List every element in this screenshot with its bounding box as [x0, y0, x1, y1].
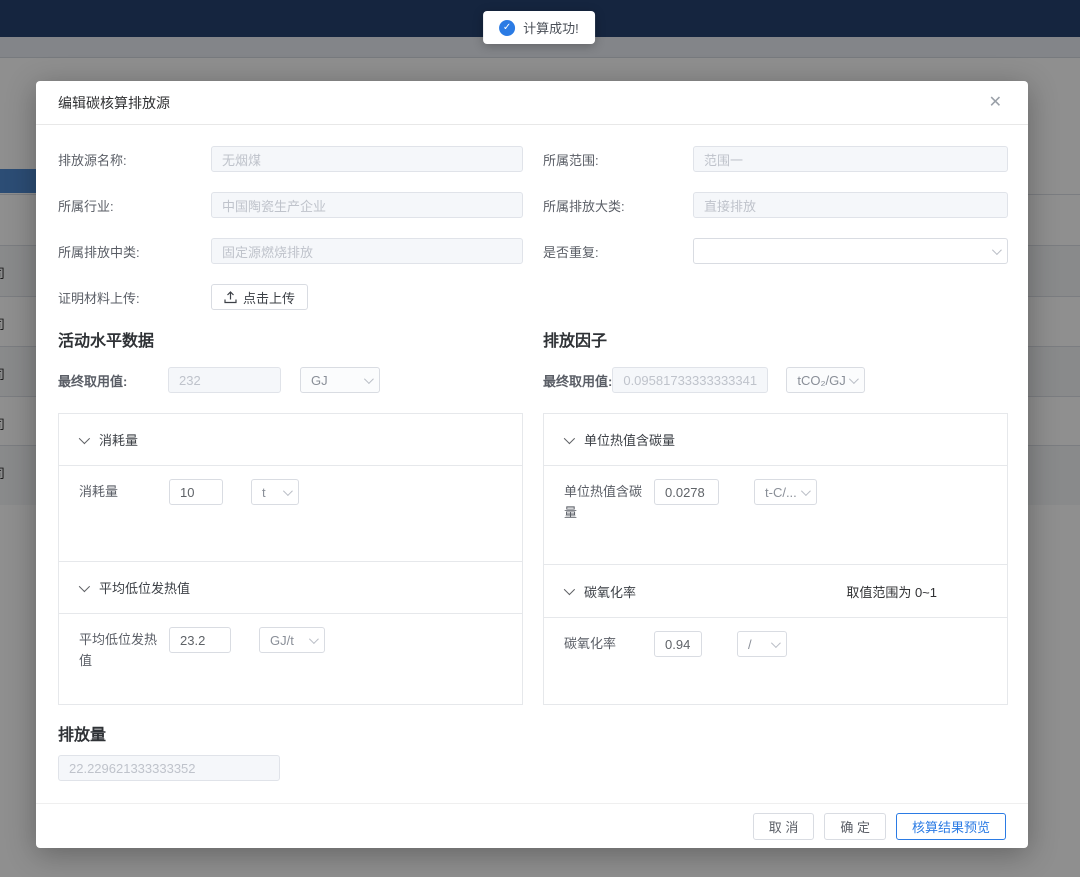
- heat-value-unit-select[interactable]: GJ/t: [259, 627, 325, 653]
- industry-input: 中国陶瓷生产企业: [211, 192, 523, 218]
- dialog-body: 排放源名称: 无烟煤 所属范围: 范围一 所属行业: 中国陶瓷生产企业 所属排放…: [36, 125, 1028, 803]
- carbon-content-unit-select[interactable]: t-C/...: [754, 479, 817, 505]
- consumption-panel-body: 消耗量 10 t: [59, 466, 522, 562]
- middle-category-row: 所属排放中类: 固定源燃烧排放: [58, 238, 523, 264]
- upload-icon: [224, 291, 237, 304]
- activity-final-row: 最终取用值: 232 GJ: [58, 367, 523, 393]
- middle-category-input: 固定源燃烧排放: [211, 238, 523, 264]
- factor-unit-value: tCO₂/GJ: [797, 373, 845, 388]
- oxidation-rate-label: 碳氧化率: [564, 631, 654, 655]
- major-category-row: 所属排放大类: 直接排放: [543, 192, 1008, 218]
- oxidation-rate-panel-body: 碳氧化率 0.94 /: [544, 618, 1007, 703]
- heat-value-unit-value: GJ/t: [270, 633, 294, 648]
- major-category-input: 直接排放: [693, 192, 1008, 218]
- dialog-header: 编辑碳核算排放源 ✕: [36, 81, 1028, 125]
- activity-final-input: 232: [168, 367, 281, 393]
- carbon-content-collapse-header[interactable]: 单位热值含碳量: [544, 414, 1007, 466]
- carbon-content-input[interactable]: 0.0278: [654, 479, 719, 505]
- data-sections: 活动水平数据 最终取用值: 232 GJ 消耗量 消耗量: [58, 327, 1008, 781]
- oxidation-rate-input[interactable]: 0.94: [654, 631, 702, 657]
- factor-panel: 单位热值含碳量 单位热值含碳量 0.0278 t-C/... 碳氧化率 取值范围: [543, 413, 1008, 705]
- consumption-input[interactable]: 10: [169, 479, 223, 505]
- factor-unit-select: tCO₂/GJ: [786, 367, 865, 393]
- dialog-footer: 取 消 确 定 核算结果预览: [36, 803, 1028, 848]
- oxidation-rate-unit-value: /: [748, 637, 752, 652]
- cancel-button[interactable]: 取 消: [753, 813, 815, 840]
- oxidation-rate-unit-select[interactable]: /: [737, 631, 787, 657]
- middle-category-label: 所属排放中类:: [58, 242, 211, 261]
- oxidation-rate-collapse-header[interactable]: 碳氧化率 取值范围为 0~1: [544, 565, 1007, 618]
- is-duplicate-select[interactable]: [693, 238, 1008, 264]
- factor-final-row: 最终取用值: 0.09581733333333341 tCO₂/GJ: [543, 367, 1008, 393]
- activity-section-title: 活动水平数据: [58, 327, 523, 351]
- toast-message: 计算成功!: [523, 18, 579, 37]
- consumption-collapse-header[interactable]: 消耗量: [59, 414, 522, 466]
- scope-row: 所属范围: 范围一: [543, 146, 1008, 172]
- oxidation-rate-panel-title: 碳氧化率: [584, 582, 636, 601]
- activity-panel: 消耗量 消耗量 10 t 平均低位发热值: [58, 413, 523, 705]
- upload-label: 证明材料上传:: [58, 288, 211, 307]
- source-name-input: 无烟煤: [211, 146, 523, 172]
- factor-final-label: 最终取用值:: [543, 371, 612, 390]
- consumption-panel-title: 消耗量: [99, 430, 138, 449]
- heat-value-label: 平均低位发热值: [79, 627, 169, 672]
- close-icon[interactable]: ✕: [985, 93, 1006, 113]
- chevron-down-icon: [849, 374, 859, 384]
- carbon-content-label: 单位热值含碳量: [564, 479, 654, 524]
- chevron-down-icon: [79, 432, 90, 443]
- carbon-content-unit-value: t-C/...: [765, 485, 797, 500]
- chevron-down-icon: [283, 486, 293, 496]
- activity-final-label: 最终取用值:: [58, 371, 168, 390]
- activity-section: 活动水平数据 最终取用值: 232 GJ 消耗量 消耗量: [58, 327, 523, 781]
- chevron-down-icon: [79, 580, 90, 591]
- carbon-content-panel-title: 单位热值含碳量: [584, 430, 675, 449]
- factor-section: 排放因子 最终取用值: 0.09581733333333341 tCO₂/GJ …: [543, 327, 1008, 781]
- consumption-label: 消耗量: [79, 479, 169, 503]
- edit-emission-source-dialog: 编辑碳核算排放源 ✕ 排放源名称: 无烟煤 所属范围: 范围一 所属行业: 中国…: [36, 81, 1028, 848]
- upload-row: 证明材料上传: 点击上传: [58, 284, 523, 310]
- heat-value-panel-body: 平均低位发热值 23.2 GJ/t: [59, 614, 522, 703]
- heat-value-panel-title: 平均低位发热值: [99, 578, 190, 597]
- chevron-down-icon: [771, 638, 781, 648]
- emission-section-title: 排放量: [58, 721, 523, 745]
- activity-unit-select: GJ: [300, 367, 380, 393]
- consumption-unit-value: t: [262, 485, 266, 500]
- heat-value-input[interactable]: 23.2: [169, 627, 231, 653]
- success-toast: ✓ 计算成功!: [483, 11, 595, 44]
- scope-input: 范围一: [693, 146, 1008, 172]
- chevron-down-icon: [309, 634, 319, 644]
- industry-row: 所属行业: 中国陶瓷生产企业: [58, 192, 523, 218]
- confirm-button[interactable]: 确 定: [824, 813, 886, 840]
- is-duplicate-row: 是否重复:: [543, 238, 1008, 264]
- activity-unit-value: GJ: [311, 373, 328, 388]
- source-name-row: 排放源名称: 无烟煤: [58, 146, 523, 172]
- upload-button-label: 点击上传: [243, 288, 295, 307]
- chevron-down-icon: [801, 486, 811, 496]
- factor-final-input: 0.09581733333333341: [612, 367, 768, 393]
- is-duplicate-label: 是否重复:: [543, 242, 693, 261]
- chevron-down-icon: [992, 245, 1002, 255]
- chevron-down-icon: [364, 374, 374, 384]
- chevron-down-icon: [564, 432, 575, 443]
- oxidation-range-note: 取值范围为 0~1: [846, 582, 937, 601]
- emission-amount-input: 22.229621333333352: [58, 755, 280, 781]
- dialog-title: 编辑碳核算排放源: [58, 93, 170, 113]
- check-circle-icon: ✓: [499, 20, 515, 36]
- scope-label: 所属范围:: [543, 150, 693, 169]
- industry-label: 所属行业:: [58, 196, 211, 215]
- source-name-label: 排放源名称:: [58, 150, 211, 169]
- consumption-unit-select[interactable]: t: [251, 479, 299, 505]
- carbon-content-panel-body: 单位热值含碳量 0.0278 t-C/...: [544, 466, 1007, 565]
- major-category-label: 所属排放大类:: [543, 196, 693, 215]
- upload-button[interactable]: 点击上传: [211, 284, 308, 310]
- heat-value-collapse-header[interactable]: 平均低位发热值: [59, 562, 522, 614]
- preview-result-button[interactable]: 核算结果预览: [896, 813, 1006, 840]
- chevron-down-icon: [564, 584, 575, 595]
- factor-section-title: 排放因子: [543, 327, 1008, 351]
- basic-info-form: 排放源名称: 无烟煤 所属范围: 范围一 所属行业: 中国陶瓷生产企业 所属排放…: [58, 146, 1008, 310]
